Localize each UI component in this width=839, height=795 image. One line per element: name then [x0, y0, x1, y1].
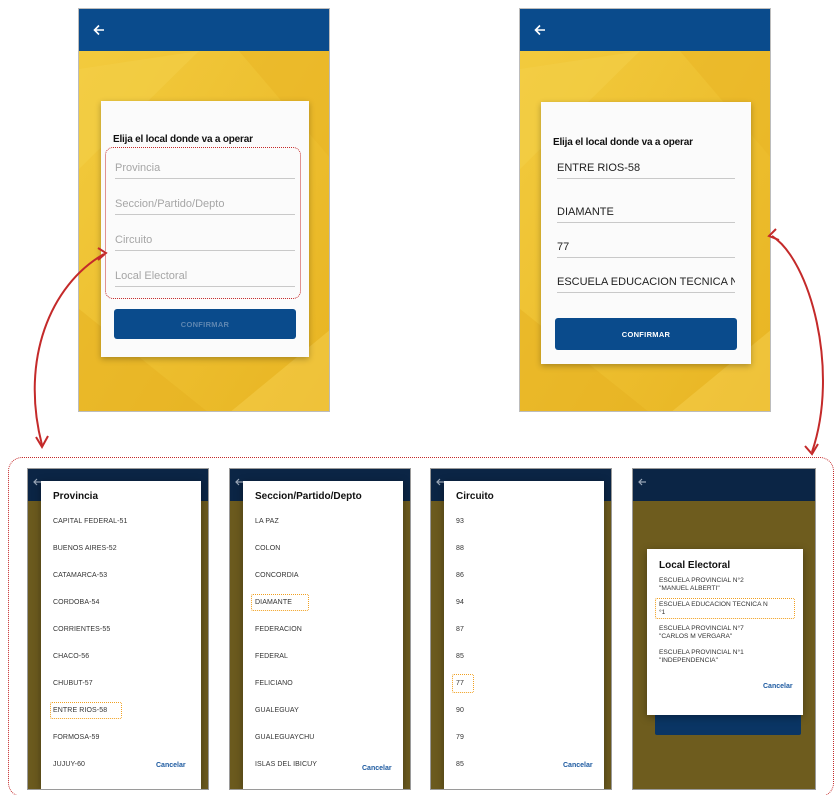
card-title: Elija el local donde va a operar — [113, 134, 253, 145]
list-item[interactable]: 85 — [456, 761, 464, 768]
provincia-picker-screen: Provincia CAPITAL FEDERAL-51 BUENOS AIRE… — [27, 468, 209, 790]
provincia-dialog: Provincia CAPITAL FEDERAL-51 BUENOS AIRE… — [41, 481, 201, 789]
back-arrow-icon[interactable] — [533, 23, 547, 37]
list-item[interactable]: 87 — [456, 626, 464, 633]
list-item[interactable]: 94 — [456, 599, 464, 606]
list-item[interactable]: CORDOBA-54 — [53, 599, 100, 606]
provincia-field[interactable]: ENTRE RIOS-58 — [557, 157, 735, 179]
list-item[interactable]: CHUBUT-57 — [53, 680, 93, 687]
option-line: "MANUEL ALBERTI" — [659, 585, 720, 592]
list-item[interactable]: 86 — [456, 572, 464, 579]
list-item[interactable]: ISLAS DEL IBICUY — [255, 761, 317, 768]
list-item[interactable]: FEDERAL — [255, 653, 288, 660]
list-item[interactable]: 93 — [456, 518, 464, 525]
list-item[interactable]: ESCUELA PROVINCIAL N°1 "INDEPENDENCIA" — [659, 649, 744, 665]
list-item[interactable]: ESCUELA PROVINCIAL N°7 "CARLOS M VERGARA… — [659, 625, 744, 641]
list-item[interactable]: 85 — [456, 653, 464, 660]
list-item[interactable]: CAPITAL FEDERAL-51 — [53, 518, 128, 525]
list-item[interactable]: ESCUELA PROVINCIAL N°2 "MANUEL ALBERTI" — [659, 577, 744, 593]
app-bar — [79, 9, 329, 51]
confirm-button[interactable]: CONFIRMAR — [114, 309, 296, 339]
list-item[interactable]: CHACO-56 — [53, 653, 89, 660]
selection-highlight — [50, 702, 122, 719]
option-line: ESCUELA PROVINCIAL N°1 — [659, 649, 744, 656]
back-arrow-icon — [638, 478, 646, 486]
list-item[interactable]: CONCORDIA — [255, 572, 299, 579]
dialog-title: Local Electoral — [659, 560, 731, 571]
fields-highlight — [105, 147, 301, 299]
dialog-title: Provincia — [53, 491, 99, 502]
list-item[interactable]: JUJUY-60 — [53, 761, 85, 768]
circuito-picker-screen: Circuito 93 88 86 94 87 85 77 90 79 85 C… — [430, 468, 612, 790]
seccion-dialog: Seccion/Partido/Depto LA PAZ COLON CONCO… — [243, 481, 403, 789]
app-bar — [520, 9, 770, 51]
card-title: Elija el local donde va a operar — [553, 137, 693, 148]
list-item[interactable]: GUALEGUAY — [255, 707, 299, 714]
curved-arrow-icon — [771, 235, 824, 453]
confirm-button-behind — [655, 713, 801, 735]
cancel-button[interactable]: Cancelar — [362, 765, 392, 772]
location-card: Elija el local donde va a operar ENTRE R… — [541, 102, 751, 364]
seccion-picker-screen: Seccion/Partido/Depto LA PAZ COLON CONCO… — [229, 468, 411, 790]
circuito-dialog: Circuito 93 88 86 94 87 85 77 90 79 85 — [444, 481, 604, 789]
phone-filled-form: Elija el local donde va a operar ENTRE R… — [519, 8, 771, 412]
list-item[interactable]: FELICIANO — [255, 680, 293, 687]
list-item[interactable]: 88 — [456, 545, 464, 552]
phone-empty-form: Elija el local donde va a operar Provinc… — [78, 8, 330, 412]
confirm-button[interactable]: CONFIRMAR — [555, 318, 737, 350]
seccion-field[interactable]: DIAMANTE — [557, 201, 735, 223]
local-electoral-field[interactable]: ESCUELA EDUCACION TECNICA N — [557, 271, 735, 293]
list-item[interactable]: FORMOSA-59 — [53, 734, 100, 741]
selection-highlight — [655, 598, 795, 619]
dialog-title: Seccion/Partido/Depto — [255, 491, 362, 502]
local-dialog: Local Electoral ESCUELA PROVINCIAL N°2 "… — [647, 549, 803, 715]
list-item[interactable]: CATAMARCA-53 — [53, 572, 107, 579]
local-picker-screen: Local Electoral ESCUELA PROVINCIAL N°2 "… — [632, 468, 816, 790]
option-line: ESCUELA PROVINCIAL N°2 — [659, 577, 744, 584]
list-item[interactable]: FEDERACION — [255, 626, 302, 633]
list-item[interactable]: 90 — [456, 707, 464, 714]
list-item[interactable]: LA PAZ — [255, 518, 279, 525]
cancel-button[interactable]: Cancelar — [763, 683, 793, 690]
selection-highlight — [251, 594, 309, 611]
list-item[interactable]: BUENOS AIRES-52 — [53, 545, 117, 552]
list-item[interactable]: CORRIENTES-55 — [53, 626, 110, 633]
cancel-button[interactable]: Cancelar — [156, 762, 186, 769]
list-item[interactable]: GUALEGUAYCHU — [255, 734, 314, 741]
back-arrow-icon[interactable] — [92, 23, 106, 37]
list-item[interactable]: 79 — [456, 734, 464, 741]
option-line: "CARLOS M VERGARA" — [659, 633, 733, 640]
option-line: "INDEPENDENCIA" — [659, 657, 718, 664]
option-line: ESCUELA PROVINCIAL N°7 — [659, 625, 744, 632]
dialog-title: Circuito — [456, 491, 494, 502]
selection-highlight — [452, 674, 474, 693]
circuito-field[interactable]: 77 — [557, 236, 735, 258]
list-item[interactable]: COLON — [255, 545, 280, 552]
cancel-button[interactable]: Cancelar — [563, 762, 593, 769]
